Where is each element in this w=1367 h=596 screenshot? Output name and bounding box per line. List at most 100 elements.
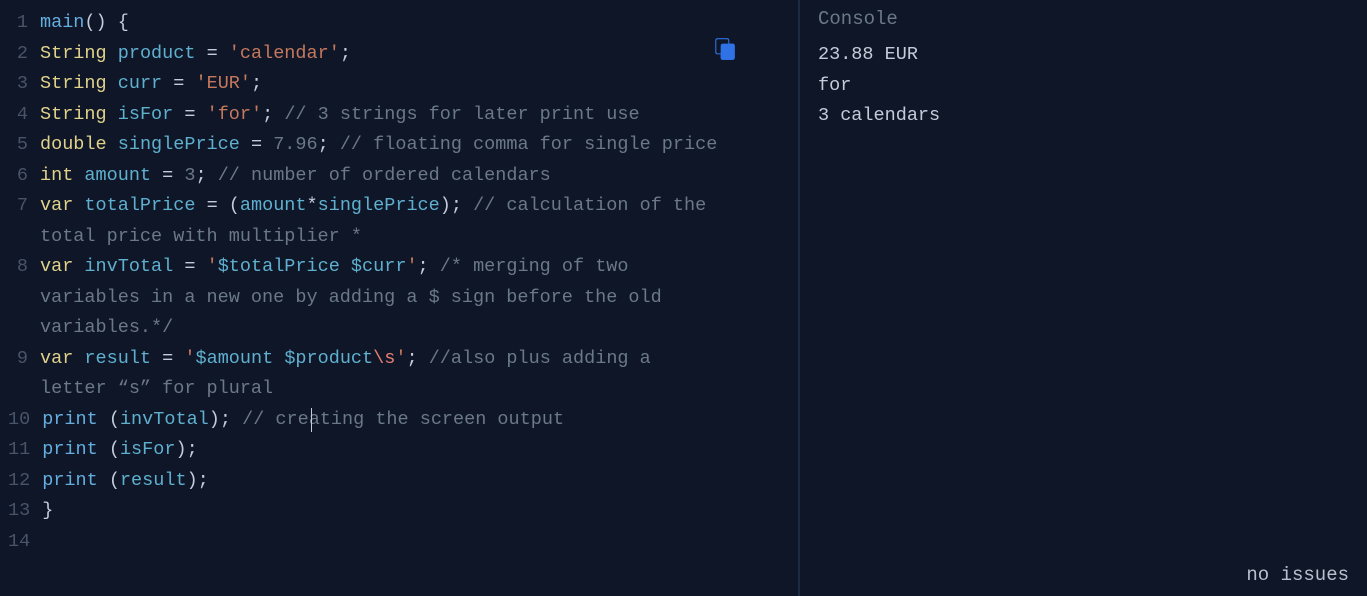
code-line[interactable]: 2String product = 'calendar'; bbox=[8, 39, 790, 70]
token-cmt: // creating the screen output bbox=[242, 409, 564, 430]
token-pun bbox=[73, 348, 84, 369]
token-pun bbox=[107, 134, 118, 155]
code-line[interactable]: 10print (invTotal); // creating the scre… bbox=[8, 405, 790, 436]
token-type: var bbox=[40, 195, 73, 216]
code-area[interactable]: 1main() {2String product = 'calendar';3S… bbox=[0, 8, 798, 557]
line-number: 9 bbox=[8, 344, 40, 375]
code-line[interactable]: 12print (result); bbox=[8, 466, 790, 497]
code-line[interactable]: 5double singlePrice = 7.96; // floating … bbox=[8, 130, 790, 161]
token-strd: ' bbox=[240, 73, 251, 94]
token-var: invTotal bbox=[84, 256, 173, 277]
line-number: 7 bbox=[8, 191, 40, 222]
token-var: product bbox=[118, 43, 196, 64]
code-source[interactable]: double singlePrice = 7.96; // floating c… bbox=[40, 130, 790, 161]
line-number: 13 bbox=[8, 496, 42, 527]
code-line[interactable]: 4String isFor = 'for'; // 3 strings for … bbox=[8, 100, 790, 131]
token-strv: $product bbox=[284, 348, 373, 369]
code-line[interactable]: 13} bbox=[8, 496, 790, 527]
token-type: String bbox=[40, 104, 107, 125]
token-fn: print bbox=[42, 470, 98, 491]
token-num: 7.96 bbox=[273, 134, 317, 155]
token-op: * bbox=[307, 195, 318, 216]
code-source[interactable]: var invTotal = '$totalPrice $curr'; /* m… bbox=[40, 252, 790, 344]
token-strd: ' bbox=[406, 256, 417, 277]
token-pun bbox=[151, 165, 162, 186]
code-source[interactable]: var result = '$amount $product\s'; //als… bbox=[40, 344, 790, 405]
token-pun: () { bbox=[84, 12, 128, 33]
token-type: double bbox=[40, 134, 107, 155]
token-op: = bbox=[207, 43, 218, 64]
token-pun bbox=[173, 104, 184, 125]
token-var: curr bbox=[118, 73, 162, 94]
token-op: = bbox=[162, 165, 173, 186]
token-op: = bbox=[162, 348, 173, 369]
token-var: totalPrice bbox=[84, 195, 195, 216]
line-number: 11 bbox=[8, 435, 42, 466]
token-pun: ); bbox=[440, 195, 473, 216]
line-number: 4 bbox=[8, 100, 40, 131]
token-pun bbox=[195, 43, 206, 64]
code-source[interactable]: } bbox=[42, 496, 790, 527]
token-pun: ; bbox=[262, 104, 284, 125]
line-number: 14 bbox=[8, 527, 42, 558]
token-op: = bbox=[207, 195, 218, 216]
code-line[interactable]: 1main() { bbox=[8, 8, 790, 39]
line-number: 2 bbox=[8, 39, 40, 70]
token-op: = bbox=[251, 134, 262, 155]
token-var: singlePrice bbox=[118, 134, 240, 155]
token-type: var bbox=[40, 348, 73, 369]
token-pun: ); bbox=[209, 409, 242, 430]
code-source[interactable]: int amount = 3; // number of ordered cal… bbox=[40, 161, 790, 192]
token-pun bbox=[107, 73, 118, 94]
token-pun: ; bbox=[251, 73, 262, 94]
line-number: 10 bbox=[8, 405, 42, 436]
token-strv: $curr bbox=[351, 256, 407, 277]
issues-status[interactable]: no issues bbox=[1246, 564, 1349, 586]
code-line[interactable]: 3String curr = 'EUR'; bbox=[8, 69, 790, 100]
code-line[interactable]: 14 bbox=[8, 527, 790, 558]
token-str: EUR bbox=[207, 73, 240, 94]
token-pun bbox=[162, 73, 173, 94]
token-pun bbox=[173, 256, 184, 277]
code-source[interactable]: String isFor = 'for'; // 3 strings for l… bbox=[40, 100, 790, 131]
token-var: result bbox=[84, 348, 151, 369]
code-line[interactable]: 6int amount = 3; // number of ordered ca… bbox=[8, 161, 790, 192]
token-var: amount bbox=[84, 165, 151, 186]
code-line[interactable]: 9var result = '$amount $product\s'; //al… bbox=[8, 344, 790, 405]
token-op: = bbox=[173, 73, 184, 94]
code-line[interactable]: 11print (isFor); bbox=[8, 435, 790, 466]
token-pun bbox=[151, 348, 162, 369]
token-type: String bbox=[40, 73, 107, 94]
token-pun: ( bbox=[218, 195, 240, 216]
text-cursor bbox=[311, 408, 312, 432]
token-cmt: // 3 strings for later print use bbox=[284, 104, 639, 125]
line-number: 5 bbox=[8, 130, 40, 161]
token-pun: ; bbox=[418, 256, 440, 277]
token-type: String bbox=[40, 43, 107, 64]
line-number: 8 bbox=[8, 252, 40, 283]
line-number: 12 bbox=[8, 466, 42, 497]
token-strv: $totalPrice bbox=[218, 256, 340, 277]
token-num: 3 bbox=[184, 165, 195, 186]
code-source[interactable]: var totalPrice = (amount*singlePrice); /… bbox=[40, 191, 790, 252]
editor-panel[interactable]: 1main() {2String product = 'calendar';3S… bbox=[0, 0, 800, 596]
token-cmt: // floating comma for single price bbox=[340, 134, 717, 155]
code-source[interactable]: String curr = 'EUR'; bbox=[40, 69, 790, 100]
code-source[interactable]: print (invTotal); // creating the screen… bbox=[42, 405, 790, 436]
code-source[interactable]: print (isFor); bbox=[42, 435, 790, 466]
token-str: calendar bbox=[240, 43, 329, 64]
token-pun bbox=[173, 165, 184, 186]
token-str bbox=[273, 348, 284, 369]
token-pun bbox=[184, 73, 195, 94]
token-pun: ; bbox=[406, 348, 428, 369]
token-var: invTotal bbox=[120, 409, 209, 430]
code-source[interactable]: String product = 'calendar'; bbox=[40, 39, 790, 70]
code-line[interactable]: 8var invTotal = '$totalPrice $curr'; /* … bbox=[8, 252, 790, 344]
code-source[interactable]: main() { bbox=[40, 8, 790, 39]
token-pun bbox=[195, 256, 206, 277]
token-pun: } bbox=[42, 500, 53, 521]
token-pun: ); bbox=[187, 470, 209, 491]
code-source[interactable]: print (result); bbox=[42, 466, 790, 497]
code-line[interactable]: 7var totalPrice = (amount*singlePrice); … bbox=[8, 191, 790, 252]
line-number: 1 bbox=[8, 8, 40, 39]
